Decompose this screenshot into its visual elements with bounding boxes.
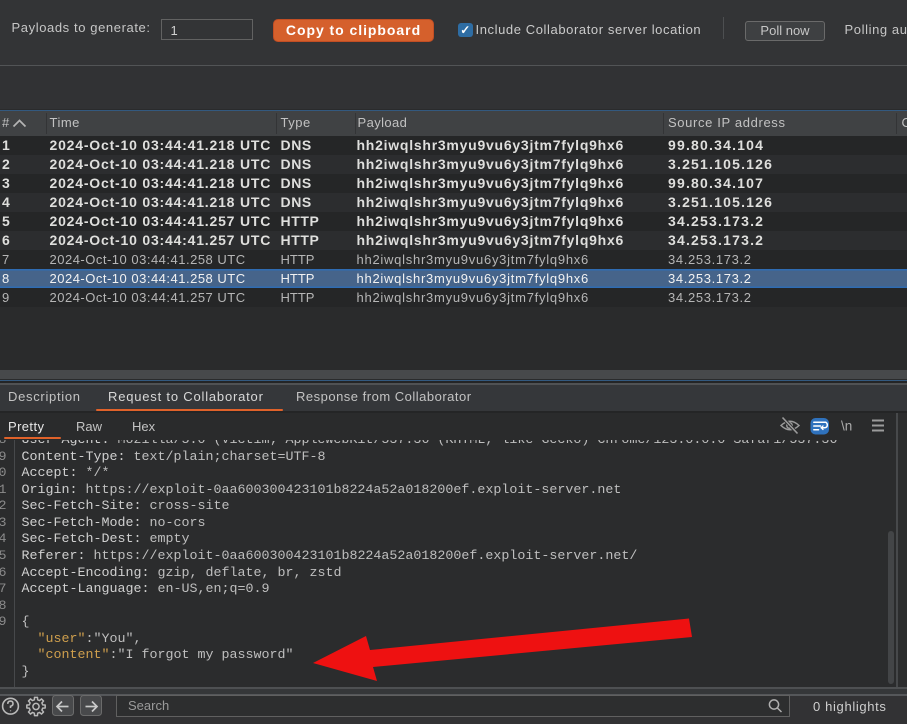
svg-text:\n: \n [841,419,852,434]
